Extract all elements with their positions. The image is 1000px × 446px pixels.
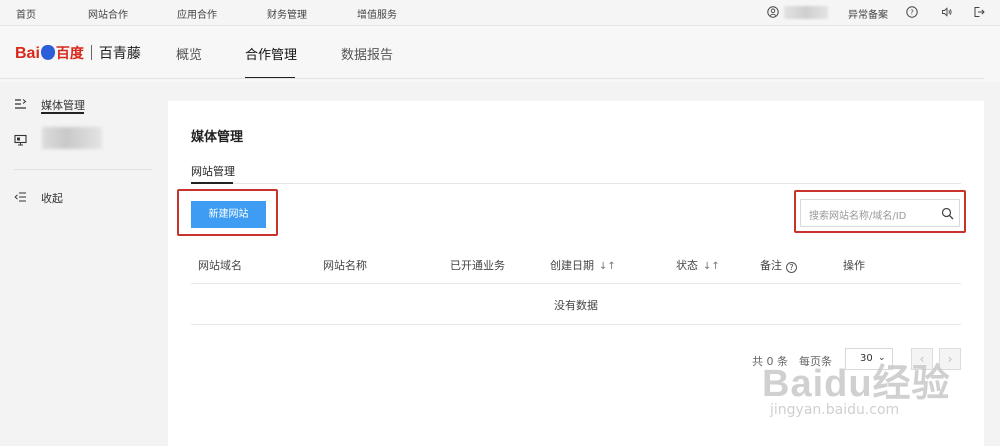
topnav-app-cooperation[interactable]: 应用合作 (177, 6, 217, 21)
logo-text-du: 百度 (55, 46, 84, 62)
column-header-remark: 备注? (760, 257, 797, 273)
product-name: 百青藤 (98, 46, 141, 62)
sort-icon[interactable]: ↓↑ (703, 261, 720, 272)
topnav-home[interactable]: 首页 (16, 6, 36, 21)
help-icon[interactable]: ? (906, 6, 918, 18)
column-header-created-date[interactable]: 创建日期 ↓↑ (550, 257, 616, 273)
baidu-jingyan-watermark: Baidu经验 jingyan.baidu.com (758, 352, 968, 432)
column-label: 备注 (760, 259, 782, 272)
column-label: 状态 (676, 259, 698, 272)
header-divider (0, 78, 984, 79)
column-header-services: 已开通业务 (450, 259, 505, 272)
list-icon (15, 99, 27, 109)
table-bottom-divider (191, 324, 961, 325)
help-icon[interactable]: ? (786, 262, 797, 273)
anomaly-record-link[interactable]: 异常备案 (848, 6, 888, 21)
column-header-status[interactable]: 状态 ↓↑ (676, 257, 720, 273)
logo-text-bai: Bai (15, 45, 40, 62)
table-header-divider (191, 283, 961, 284)
user-icon[interactable] (767, 6, 779, 18)
highlight-box-search (794, 190, 966, 233)
watermark-url: jingyan.baidu.com (770, 402, 900, 418)
collapse-icon (14, 192, 26, 202)
column-header-actions: 操作 (843, 259, 865, 272)
sidebar-item-label: 媒体管理 (41, 99, 85, 112)
tab-site-management[interactable]: 网站管理 (191, 163, 235, 179)
highlight-box-new-button (177, 189, 278, 236)
column-header-domain: 网站域名 (198, 259, 242, 272)
sidebar-active-indicator (41, 112, 84, 114)
tab-cooperation[interactable]: 合作管理 (245, 44, 297, 63)
collapse-label: 收起 (41, 192, 63, 205)
topnav-finance[interactable]: 财务管理 (267, 6, 307, 21)
baidu-logo[interactable]: Bai 百度 百青藤 (15, 43, 141, 63)
svg-text:?: ? (910, 9, 914, 17)
sound-icon[interactable] (941, 6, 953, 18)
empty-state-text: 没有数据 (554, 299, 598, 312)
topnav-site-cooperation[interactable]: 网站合作 (88, 6, 128, 21)
column-label: 创建日期 (550, 259, 594, 272)
tab-data-report[interactable]: 数据报告 (341, 44, 393, 63)
sidebar-divider (14, 169, 152, 170)
top-bar: 首页 网站合作 应用合作 财务管理 增值服务 异常备案 ? (0, 0, 1000, 26)
tab-overview[interactable]: 概览 (176, 44, 202, 63)
main-header: Bai 百度 百青藤 概览 合作管理 数据报告 (0, 26, 1000, 82)
sort-icon[interactable]: ↓↑ (599, 261, 616, 272)
logout-icon[interactable] (973, 6, 985, 18)
active-subtab-indicator (191, 182, 233, 184)
username-blurred (784, 6, 828, 19)
blurred-site-name (42, 127, 102, 149)
paw-icon (40, 45, 55, 60)
topnav-value-added[interactable]: 增值服务 (357, 6, 397, 21)
page-title: 媒体管理 (191, 130, 244, 145)
monitor-icon (14, 134, 27, 146)
tab-bar-divider (191, 183, 961, 184)
watermark-logo-text: Baidu经验 (762, 363, 951, 405)
column-header-site-name: 网站名称 (323, 259, 367, 272)
logo-divider (90, 45, 92, 60)
